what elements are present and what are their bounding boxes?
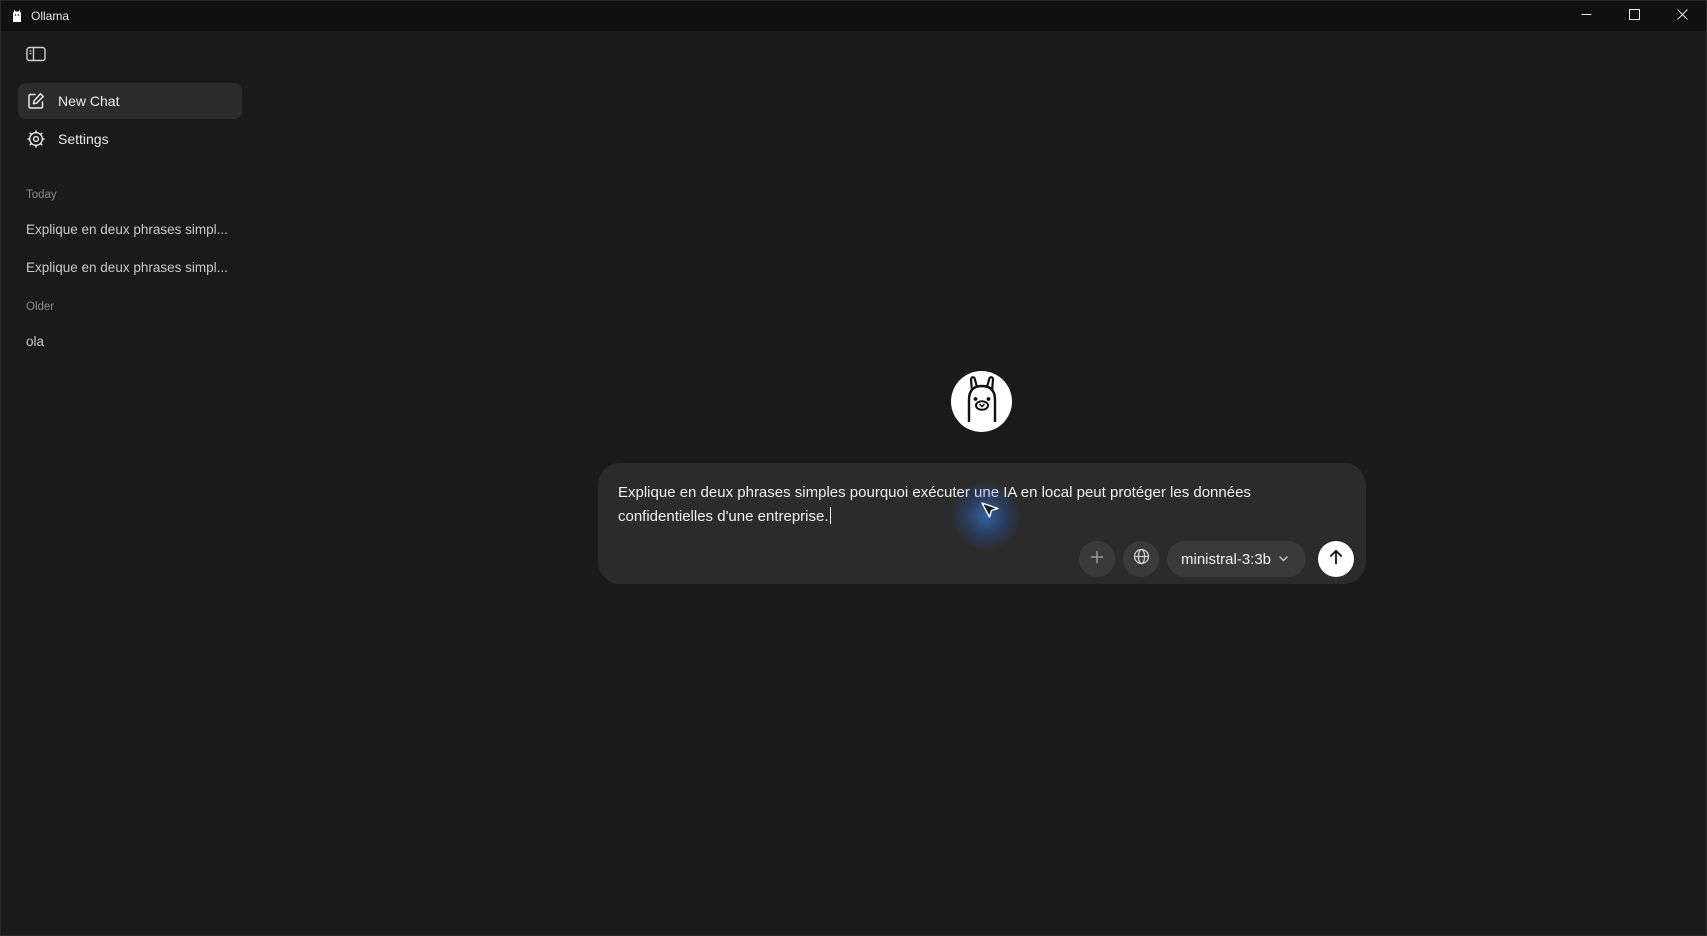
text-caret bbox=[829, 507, 831, 524]
window-controls bbox=[1562, 1, 1706, 31]
settings-label: Settings bbox=[58, 131, 109, 147]
close-button[interactable] bbox=[1658, 1, 1706, 31]
section-label-today: Today bbox=[26, 189, 57, 201]
chevron-down-icon bbox=[1279, 556, 1288, 562]
new-chat-label: New Chat bbox=[58, 93, 120, 109]
app-window: Ollama New Chat Settings Today Explique … bbox=[0, 0, 1707, 936]
minimize-button[interactable] bbox=[1562, 1, 1610, 31]
sidebar-toggle-button[interactable] bbox=[25, 46, 47, 67]
llama-icon bbox=[10, 9, 24, 23]
settings-button[interactable]: Settings bbox=[18, 121, 242, 157]
chat-history-item[interactable]: ola bbox=[26, 334, 236, 349]
send-button[interactable] bbox=[1318, 541, 1354, 577]
gear-icon bbox=[27, 130, 45, 148]
compose-icon bbox=[27, 92, 45, 110]
arrow-up-icon bbox=[1329, 549, 1343, 570]
web-search-button[interactable] bbox=[1123, 541, 1159, 577]
plus-icon bbox=[1090, 550, 1104, 569]
model-name: ministral-3:3b bbox=[1181, 550, 1272, 568]
maximize-icon bbox=[1628, 7, 1640, 25]
ollama-avatar bbox=[951, 371, 1012, 432]
chat-history-item[interactable]: Explique en deux phrases simpl... bbox=[26, 260, 236, 275]
chat-history-item[interactable]: Explique en deux phrases simpl... bbox=[26, 222, 236, 237]
maximize-button[interactable] bbox=[1610, 1, 1658, 31]
mouse-pointer-icon bbox=[980, 500, 1002, 527]
attach-button[interactable] bbox=[1079, 541, 1115, 577]
llama-icon bbox=[959, 374, 1005, 429]
section-label-older: Older bbox=[26, 301, 55, 313]
globe-icon bbox=[1133, 548, 1150, 570]
window-title: Ollama bbox=[31, 9, 70, 23]
message-text: Explique en deux phrases simples pourquo… bbox=[618, 484, 1251, 525]
message-input[interactable]: Explique en deux phrases simples pourquo… bbox=[618, 481, 1308, 529]
title-bar: Ollama bbox=[1, 1, 1706, 31]
sidebar-panel-icon bbox=[26, 46, 46, 67]
new-chat-button[interactable]: New Chat bbox=[18, 83, 242, 119]
sidebar: New Chat Settings Today Explique en deux… bbox=[1, 31, 251, 935]
close-icon bbox=[1676, 7, 1688, 25]
model-selector[interactable]: ministral-3:3b bbox=[1167, 541, 1307, 577]
minimize-icon bbox=[1581, 7, 1592, 25]
